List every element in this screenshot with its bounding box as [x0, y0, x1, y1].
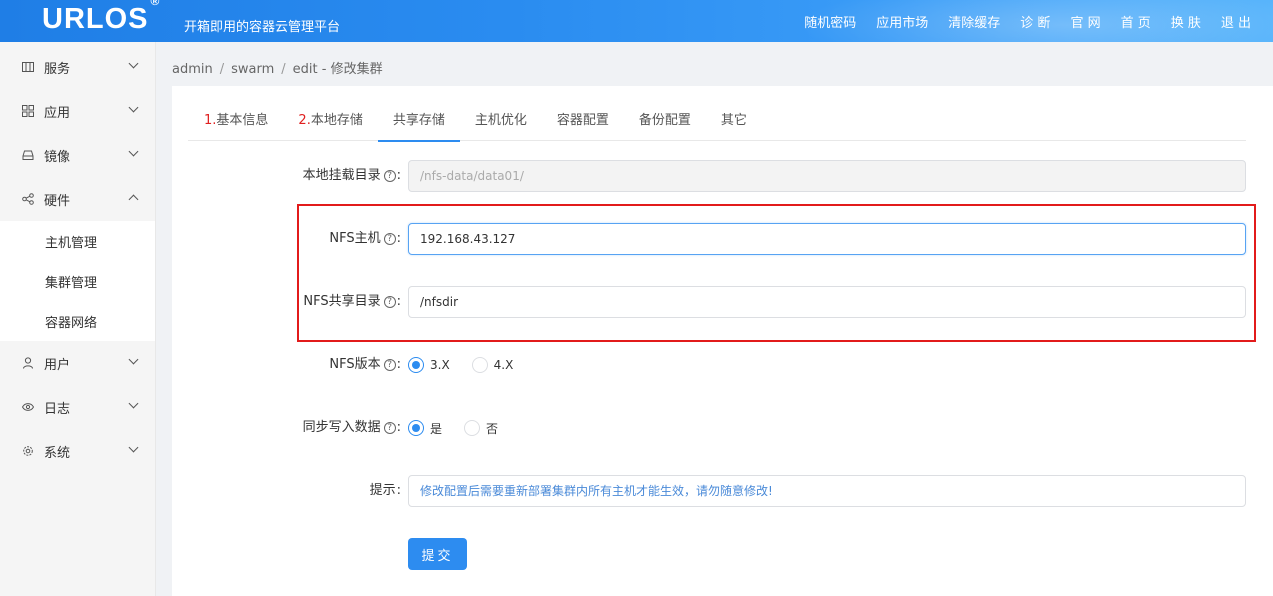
- sidebar: 服务 应用 镜像 硬件 主机管理 集群管理 容器网络 用户 日志 系统: [0, 42, 156, 596]
- form-row-nfs-host: NFS主机?: 192.168.43.127: [172, 223, 1273, 255]
- help-icon[interactable]: ?: [383, 170, 396, 182]
- submit-button[interactable]: 提交: [408, 538, 467, 570]
- sync-write-radio-group: 是 否: [408, 412, 520, 444]
- sidebar-item-users[interactable]: 用户: [0, 341, 155, 385]
- breadcrumb-current: edit - 修改集群: [292, 62, 383, 77]
- nav-logout[interactable]: 退 出: [1221, 12, 1251, 31]
- eye-icon: [22, 401, 34, 413]
- sync-write-radio-yes[interactable]: 是: [408, 420, 442, 437]
- top-header: URLOS® 开箱即用的容器云管理平台 随机密码 应用市场 清除缓存 诊 断 官…: [0, 0, 1273, 42]
- chevron-down-icon: [128, 102, 139, 113]
- sidebar-subitem-cluster-management[interactable]: 集群管理: [0, 261, 155, 301]
- radio-circle: [408, 420, 424, 436]
- tab-host-optimization[interactable]: 主机优化: [460, 100, 542, 141]
- sidebar-item-label: 服务: [44, 61, 71, 77]
- sidebar-item-label: 用户: [44, 357, 71, 373]
- gear-icon: [22, 445, 34, 457]
- share-icon: [22, 193, 34, 205]
- breadcrumb-admin[interactable]: admin: [172, 62, 213, 77]
- sidebar-subitem-host-management[interactable]: 主机管理: [0, 221, 155, 261]
- nav-official-site[interactable]: 官 网: [1070, 12, 1100, 31]
- apps-icon: [22, 105, 34, 117]
- chevron-down-icon: [128, 58, 139, 69]
- nav-home[interactable]: 首 页: [1121, 12, 1151, 31]
- chevron-down-icon: [128, 146, 139, 157]
- nav-random-password[interactable]: 随机密码: [804, 12, 856, 31]
- nfs-version-label: NFS版本?:: [329, 357, 401, 372]
- edit-cluster-card: 1.基本信息 2.本地存储 共享存储 主机优化 容器配置 备份配置 其它 本地挂…: [172, 86, 1273, 596]
- top-nav: 随机密码 应用市场 清除缓存 诊 断 官 网 首 页 换 肤 退 出: [784, 12, 1251, 31]
- sidebar-item-apps[interactable]: 应用: [0, 89, 155, 133]
- help-icon[interactable]: ?: [383, 422, 396, 434]
- nav-clear-cache[interactable]: 清除缓存: [948, 12, 1000, 31]
- config-tabs: 1.基本信息 2.本地存储 共享存储 主机优化 容器配置 备份配置 其它: [188, 100, 1246, 142]
- help-icon[interactable]: ?: [383, 359, 396, 371]
- grid-icon: [22, 61, 34, 73]
- sidebar-item-label: 日志: [44, 401, 71, 417]
- sidebar-item-logs[interactable]: 日志: [0, 385, 155, 429]
- form-row-nfs-version: NFS版本?: 3.X 4.X: [172, 349, 1273, 381]
- chevron-down-icon: [128, 442, 139, 453]
- sidebar-item-label: 镜像: [44, 149, 71, 165]
- tip-label: 提示:: [369, 483, 401, 498]
- nfs-version-radio-3x[interactable]: 3.X: [408, 357, 450, 373]
- disk-icon: [22, 149, 34, 161]
- user-icon: [22, 357, 34, 369]
- sidebar-item-images[interactable]: 镜像: [0, 133, 155, 177]
- tip-message: 修改配置后需要重新部署集群内所有主机才能生效，请勿随意修改!: [408, 475, 1246, 507]
- tab-local-storage[interactable]: 2.本地存储: [283, 100, 377, 141]
- sidebar-item-hardware[interactable]: 硬件: [0, 177, 155, 221]
- sidebar-item-label: 应用: [44, 105, 71, 121]
- sidebar-item-services[interactable]: 服务: [0, 45, 155, 89]
- tab-other[interactable]: 其它: [706, 100, 762, 141]
- sync-write-label: 同步写入数据?:: [302, 420, 401, 435]
- sidebar-item-system[interactable]: 系统: [0, 429, 155, 473]
- hardware-submenu: 主机管理 集群管理 容器网络: [0, 221, 155, 341]
- mount-dir-label: 本地挂载目录?:: [302, 168, 401, 183]
- mount-dir-input[interactable]: /nfs-data/data01/: [408, 160, 1246, 192]
- app-logo[interactable]: URLOS®: [42, 0, 160, 36]
- nfs-version-radio-4x[interactable]: 4.X: [471, 357, 513, 373]
- form-row-mount-dir: 本地挂载目录?: /nfs-data/data01/: [172, 160, 1273, 192]
- radio-circle: [408, 357, 424, 373]
- form-row-sync-write: 同步写入数据?: 是 否: [172, 412, 1273, 444]
- radio-circle: [464, 420, 481, 436]
- sidebar-subitem-container-network[interactable]: 容器网络: [0, 301, 155, 341]
- form-row-nfs-share-dir: NFS共享目录?: /nfsdir: [172, 286, 1273, 318]
- nfs-share-dir-label: NFS共享目录?:: [303, 294, 401, 309]
- tab-basic-info[interactable]: 1.基本信息: [188, 100, 283, 141]
- nav-app-market[interactable]: 应用市场: [876, 12, 928, 31]
- tab-container-config[interactable]: 容器配置: [542, 100, 624, 141]
- nav-change-skin[interactable]: 换 肤: [1171, 12, 1201, 31]
- tab-shared-storage[interactable]: 共享存储: [377, 100, 460, 142]
- chevron-up-icon: [128, 194, 139, 205]
- nfs-version-radio-group: 3.X 4.X: [408, 349, 535, 381]
- nav-diagnose[interactable]: 诊 断: [1020, 12, 1050, 31]
- sync-write-radio-no[interactable]: 否: [464, 420, 498, 437]
- form-row-tip: 提示: 修改配置后需要重新部署集群内所有主机才能生效，请勿随意修改!: [172, 475, 1273, 507]
- breadcrumb-swarm[interactable]: swarm: [231, 62, 274, 77]
- nfs-host-label: NFS主机?:: [329, 231, 401, 246]
- sidebar-item-label: 系统: [44, 445, 71, 461]
- nfs-share-dir-input[interactable]: /nfsdir: [408, 286, 1246, 318]
- nfs-host-input[interactable]: 192.168.43.127: [408, 223, 1246, 255]
- breadcrumb: admin / swarm / edit - 修改集群: [172, 62, 383, 77]
- app-slogan: 开箱即用的容器云管理平台: [184, 20, 341, 35]
- chevron-down-icon: [128, 354, 139, 365]
- sidebar-item-label: 硬件: [44, 193, 71, 209]
- help-icon[interactable]: ?: [383, 233, 396, 245]
- help-icon[interactable]: ?: [383, 296, 396, 308]
- radio-circle: [471, 357, 488, 373]
- chevron-down-icon: [128, 398, 139, 409]
- tab-backup-config[interactable]: 备份配置: [624, 100, 706, 141]
